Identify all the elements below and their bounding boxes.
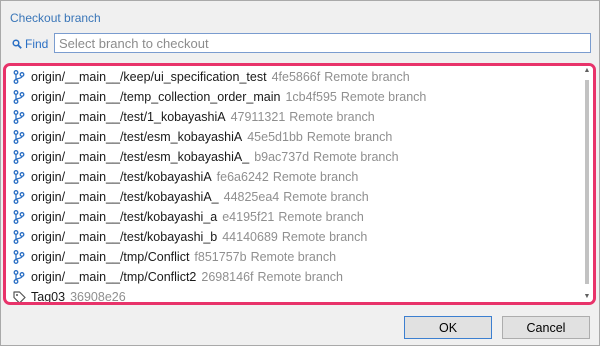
branch-list[interactable]: origin/__main__/keep/ui_specification_te…	[3, 63, 596, 305]
branch-name: origin/__main__/tmp/Conflict	[31, 250, 190, 264]
branch-search-input[interactable]	[54, 33, 591, 53]
branch-icon	[12, 90, 26, 104]
branch-icon	[12, 150, 26, 164]
checkout-branch-dialog: Checkout branch Find origin/__main__/kee…	[0, 0, 600, 346]
commit-hash: 45e5d1bb	[247, 130, 303, 144]
branch-kind: Remote branch	[257, 270, 343, 284]
branch-name: origin/__main__/tmp/Conflict2	[31, 270, 197, 284]
branch-name: origin/__main__/test/kobayashi_b	[31, 230, 218, 244]
branch-kind: Remote branch	[281, 230, 368, 244]
branch-name: origin/__main__/test/kobayashiA	[31, 170, 212, 184]
branch-name: origin/__main__/test/kobayashi_a	[31, 210, 218, 224]
commit-hash: 36908e26	[70, 290, 126, 302]
ok-button[interactable]: OK	[404, 316, 492, 339]
branch-icon	[12, 270, 26, 284]
commit-hash: 44140689	[222, 230, 278, 244]
branch-name: origin/__main__/temp_collection_order_ma…	[31, 90, 281, 104]
list-item[interactable]: origin/__main__/temp_collection_order_ma…	[6, 87, 581, 107]
list-item[interactable]: origin/__main__/tmp/Conflict2 2698146f Rem…	[6, 267, 581, 287]
vertical-scrollbar[interactable]: ▲ ▼	[581, 66, 593, 302]
scroll-up-arrow-icon[interactable]: ▲	[583, 67, 591, 75]
dialog-title: Checkout branch	[10, 11, 101, 25]
cancel-button[interactable]: Cancel	[502, 316, 590, 339]
branch-kind: Remote branch	[340, 90, 427, 104]
branch-icon	[12, 110, 26, 124]
branch-name: origin/__main__/test/esm_kobayashiA_	[31, 150, 250, 164]
scroll-down-arrow-icon[interactable]: ▼	[583, 293, 591, 301]
list-item[interactable]: origin/__main__/test/kobayashiA fe6a6242 R…	[6, 167, 581, 187]
branch-icon	[12, 210, 26, 224]
branch-kind: Remote branch	[289, 110, 375, 124]
list-item[interactable]: origin/__main__/test/kobayashi_a e4195f21…	[6, 207, 581, 227]
branch-icon	[12, 70, 26, 84]
scroll-thumb[interactable]	[585, 80, 589, 284]
branch-kind: Remote branch	[313, 150, 399, 164]
find-label: Find	[12, 37, 48, 51]
branch-kind: Remote branch	[272, 170, 359, 184]
branch-name: origin/__main__/test/kobayashiA_	[31, 190, 219, 204]
list-item[interactable]: origin/__main__/test/esm_kobayashiA_ b9ac…	[6, 147, 581, 167]
commit-hash: b9ac737d	[254, 150, 310, 164]
list-item[interactable]: origin/__main__/test/esm_kobayashiA 45e5d…	[6, 127, 581, 147]
list-item[interactable]: origin/__main__/keep/ui_specification_te…	[6, 67, 581, 87]
branch-icon	[12, 130, 26, 144]
branch-kind: Remote branch	[283, 190, 369, 204]
search-icon	[12, 39, 22, 49]
branch-kind: Remote branch	[278, 210, 364, 224]
commit-hash: fe6a6242	[216, 170, 269, 184]
tag-icon	[12, 290, 26, 302]
list-item[interactable]: origin/__main__/tmp/Conflict f851757b Remo…	[6, 247, 581, 267]
commit-hash: 2698146f	[201, 270, 254, 284]
branch-icon	[12, 190, 26, 204]
branch-name: origin/__main__/test/1_kobayashiA	[31, 110, 226, 124]
commit-hash: e4195f21	[222, 210, 275, 224]
commit-hash: 4fe5866f	[271, 70, 321, 84]
branch-icon	[12, 230, 26, 244]
list-item[interactable]: origin/__main__/test/kobayashi_b 44140689…	[6, 227, 581, 247]
branch-kind: Remote branch	[306, 130, 393, 144]
list-item[interactable]: Tag03 36908e26	[6, 287, 581, 302]
branch-icon	[12, 170, 26, 184]
branch-name: origin/__main__/keep/ui_specification_te…	[31, 70, 267, 84]
list-item[interactable]: origin/__main__/test/1_kobayashiA 4791132…	[6, 107, 581, 127]
commit-hash: 1cb4f595	[285, 90, 337, 104]
list-item[interactable]: origin/__main__/test/kobayashiA_ 44825ea4…	[6, 187, 581, 207]
commit-hash: f851757b	[194, 250, 247, 264]
branch-kind: Remote branch	[324, 70, 410, 84]
find-label-text: Find	[25, 37, 49, 51]
branch-name: Tag03	[31, 290, 66, 302]
commit-hash: 47911321	[230, 110, 286, 124]
branch-name: origin/__main__/test/esm_kobayashiA	[31, 130, 243, 144]
commit-hash: 44825ea4	[223, 190, 280, 204]
branch-icon	[12, 250, 26, 264]
branch-kind: Remote branch	[250, 250, 337, 264]
